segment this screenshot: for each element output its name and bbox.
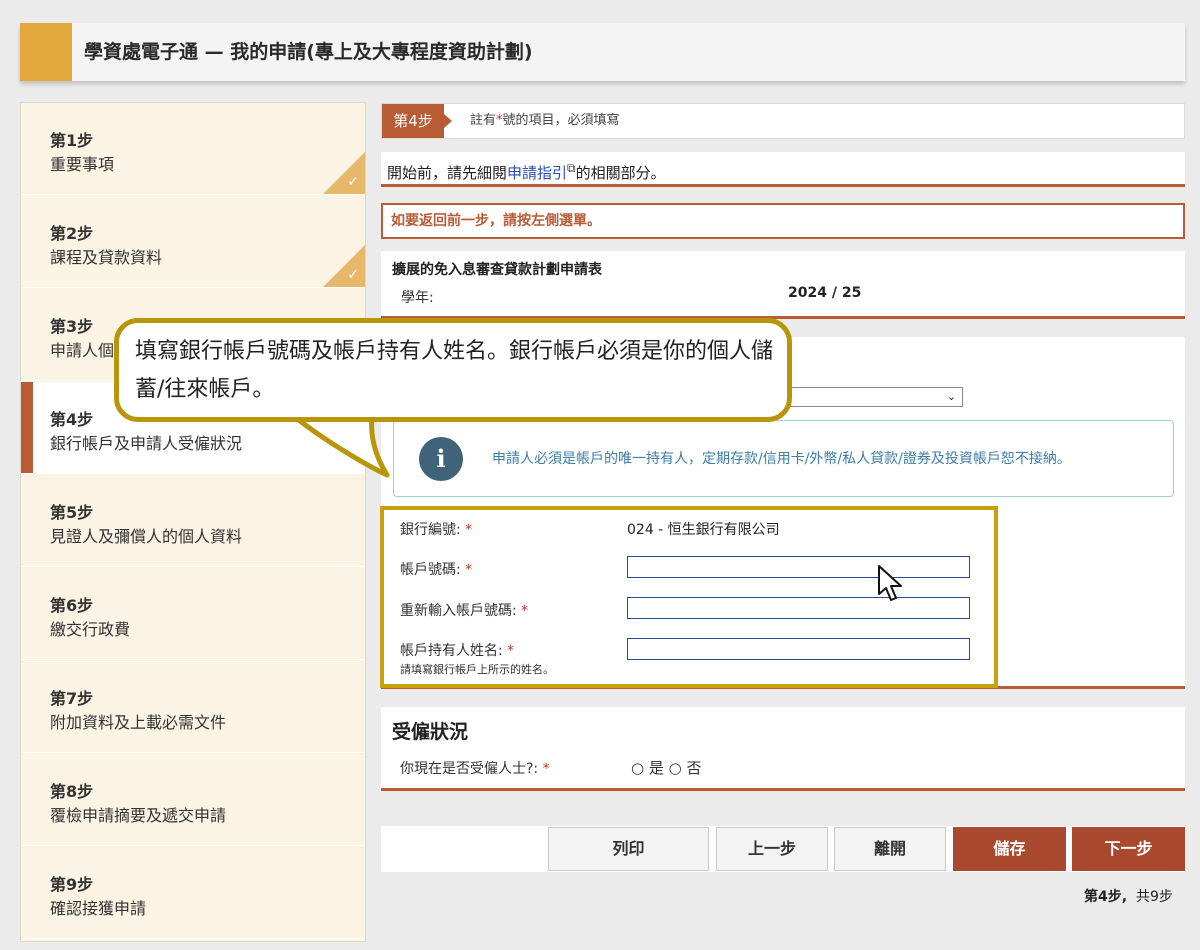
step-label: 重要事項: [50, 155, 115, 174]
bank-select[interactable]: ⌄: [790, 387, 963, 407]
step-sidebar: 第1步 重要事項 ✓ 第2步 課程及貸款資料 ✓ 第3步 申請人個人資料 第4步…: [20, 102, 366, 942]
sidebar-item-step2[interactable]: 第2步 課程及貸款資料 ✓: [21, 196, 365, 288]
header-accent: [20, 23, 72, 81]
step-label: 繳交行政費: [50, 620, 131, 639]
callout-tail: [290, 417, 390, 478]
holder-name-input[interactable]: [627, 638, 970, 660]
account-number-label: 帳戶號碼: *: [400, 559, 472, 579]
question-text: 你現在是否受僱人士?:: [400, 761, 539, 777]
employment-section: 受僱狀況 你現在是否受僱人士?: * ○ 是 ○ 否: [381, 707, 1185, 791]
bank-code-value: 024 - 恒生銀行有限公司: [627, 522, 780, 538]
note-text: 號的項目，必須填寫: [502, 113, 620, 128]
next-button[interactable]: 下一步: [1072, 827, 1185, 871]
chevron-down-icon: ⌄: [946, 390, 956, 403]
page-title: 學資處電子通 — 我的申請(專上及大專程度資助計劃): [84, 41, 533, 63]
reenter-account-input[interactable]: [627, 597, 970, 619]
tag-arrow-icon: [444, 114, 452, 128]
year-value: 2024 / 25: [788, 285, 862, 301]
sidebar-item-step7[interactable]: 第7步 附加資料及上載必需文件: [21, 661, 365, 753]
info-box: i 申請人必須是帳戶的唯一持有人，定期存款/信用卡/外幣/私人貸款/證券及投資帳…: [393, 420, 1174, 497]
step-indicator: 第4步 註有*號的項目，必須填寫: [381, 103, 1185, 139]
tutorial-callout: 填寫銀行帳戶號碼及帳戶持有人姓名。銀行帳戶必須是你的個人儲蓄/往來帳戶。: [114, 318, 792, 422]
sidebar-item-step1[interactable]: 第1步 重要事項 ✓: [21, 103, 365, 195]
step-number: 第3步: [50, 317, 94, 336]
required-note: 註有*號的項目，必須填寫: [470, 104, 620, 138]
label-text: 帳戶號碼:: [400, 562, 461, 578]
guide-text: 的相關部分。: [575, 164, 666, 182]
check-icon: ✓: [347, 267, 359, 283]
reenter-account-label: 重新輸入帳戶號碼: *: [400, 600, 528, 620]
step-number: 第1步: [50, 131, 94, 150]
guide-text: 開始前，請先細閱: [387, 164, 508, 182]
info-text: 申請人必須是帳戶的唯一持有人，定期存款/信用卡/外幣/私人貸款/證券及投資帳戶恕…: [492, 451, 1071, 467]
form-title: 擴展的免入息審查貸款計劃申請表: [392, 262, 602, 278]
external-link-icon: ⧉: [567, 161, 576, 175]
sidebar-item-step5[interactable]: 第5步 見證人及彌償人的個人資料: [21, 475, 365, 567]
account-number-input[interactable]: [627, 556, 970, 578]
required-star: *: [521, 603, 529, 619]
info-icon: i: [419, 437, 463, 481]
current-step-tag: 第4步: [382, 104, 444, 138]
step-label: 銀行帳戶及申請人受僱狀況: [50, 434, 243, 453]
holder-name-hint: 請填寫銀行帳戶上所示的姓名。: [400, 663, 554, 676]
step-label: 課程及貸款資料: [50, 248, 163, 267]
active-indicator: [21, 382, 33, 473]
label-text: 帳戶持有人姓名:: [400, 643, 503, 659]
employment-radio-group[interactable]: ○ 是 ○ 否: [631, 757, 701, 778]
bank-code-label: 銀行編號: *: [400, 519, 472, 539]
check-icon: ✓: [347, 174, 359, 190]
back-warning: 如要返回前一步，請按左側選單。: [381, 203, 1185, 239]
save-button[interactable]: 儲存: [953, 827, 1066, 871]
step-pager: 第4步, 共9步: [1084, 886, 1173, 906]
step-label: 附加資料及上載必需文件: [50, 713, 227, 732]
step-number: 第4步: [50, 410, 94, 429]
sidebar-item-step8[interactable]: 第8步 覆檢申請摘要及遞交申請: [21, 754, 365, 846]
step-label: 覆檢申請摘要及遞交申請: [50, 806, 227, 825]
step-label: 見證人及彌償人的個人資料: [50, 527, 243, 546]
pager-current: 第4步,: [1084, 889, 1128, 905]
guide-notice: 開始前，請先細閱申請指引⧉的相關部分。: [381, 152, 1185, 187]
app-header: 學資處電子通 — 我的申請(專上及大專程度資助計劃): [20, 23, 1185, 81]
step-number: 第9步: [50, 875, 94, 894]
prev-button[interactable]: 上一步: [716, 827, 828, 871]
note-text: 註有: [470, 113, 497, 128]
step-number: 第8步: [50, 782, 94, 801]
sidebar-item-step6[interactable]: 第6步 繳交行政費: [21, 568, 365, 660]
sidebar-item-step9[interactable]: 第9步 確認接獲申請: [21, 847, 365, 939]
required-star: *: [507, 643, 515, 659]
holder-name-label: 帳戶持有人姓名: *: [400, 640, 514, 660]
label-text: 重新輸入帳戶號碼:: [400, 603, 517, 619]
step-number: 第7步: [50, 689, 94, 708]
label-text: 銀行編號:: [400, 522, 461, 538]
leave-button[interactable]: 離開: [834, 827, 946, 871]
mouse-cursor-icon: [878, 565, 902, 601]
step-label: 確認接獲申請: [50, 899, 147, 918]
employment-title: 受僱狀況: [392, 721, 469, 743]
required-star: *: [465, 522, 473, 538]
step-number: 第2步: [50, 224, 94, 243]
required-star: *: [542, 761, 550, 777]
step-number: 第5步: [50, 503, 94, 522]
year-label: 學年:: [401, 290, 434, 306]
form-header: 擴展的免入息審查貸款計劃申請表 學年: 2024 / 25: [381, 251, 1185, 319]
guide-link[interactable]: 申請指引: [507, 164, 567, 182]
employment-question: 你現在是否受僱人士?: *: [400, 758, 550, 778]
pager-total: 共9步: [1135, 889, 1173, 905]
callout-text: 填寫銀行帳戶號碼及帳戶持有人姓名。銀行帳戶必須是你的個人儲蓄/往來帳戶。: [135, 339, 774, 402]
step-number: 第6步: [50, 596, 94, 615]
required-star: *: [465, 562, 473, 578]
print-button[interactable]: 列印: [548, 827, 709, 871]
